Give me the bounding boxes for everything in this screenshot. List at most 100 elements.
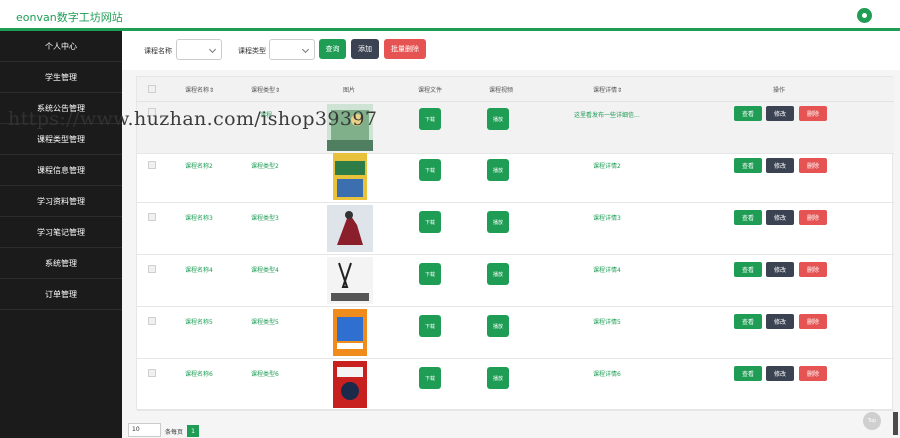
delete-button[interactable]: 删除 xyxy=(799,366,827,381)
course-cover-image xyxy=(333,153,367,200)
view-button[interactable]: 查看 xyxy=(734,262,762,277)
sidebar-item-orders[interactable]: 订单管理 xyxy=(0,279,122,310)
download-button[interactable]: 下载 xyxy=(419,263,441,285)
play-button[interactable]: 播放 xyxy=(487,159,509,181)
select-all-checkbox[interactable] xyxy=(148,85,156,93)
edit-button[interactable]: 修改 xyxy=(766,262,794,277)
main-content: 课程名称 课程类型 查询 添加 批量删除 课程名称⇕ 课程类型⇕ 图片 课程文件… xyxy=(122,34,900,438)
course-name: 课程名称6 xyxy=(185,371,213,378)
table-row: 课程名称6 课程类型6 下载 播放 课程详情6 查看 修改 删除 xyxy=(137,359,894,411)
row-checkbox[interactable] xyxy=(148,213,156,221)
add-button[interactable]: 添加 xyxy=(351,39,379,59)
delete-button[interactable]: 删除 xyxy=(799,210,827,225)
course-cover-image xyxy=(327,205,373,252)
play-button[interactable]: 播放 xyxy=(487,211,509,233)
course-detail: 课程详情5 xyxy=(593,319,621,326)
course-cover-image xyxy=(333,309,367,356)
header-course-file: 课程文件 xyxy=(418,87,443,94)
course-name-select[interactable] xyxy=(176,39,222,60)
play-button[interactable]: 播放 xyxy=(487,315,509,337)
header-course-name[interactable]: 课程名称⇕ xyxy=(185,85,214,94)
app-title: eonvan数字工坊网站 xyxy=(16,11,123,24)
table-row: 课程名称2 课程类型2 下载 播放 课程详情2 查看 修改 删除 xyxy=(137,151,894,203)
delete-button[interactable]: 删除 xyxy=(799,106,827,121)
course-detail: 课程详情2 xyxy=(593,163,621,170)
play-button[interactable]: 播放 xyxy=(487,108,509,130)
edit-button[interactable]: 修改 xyxy=(766,314,794,329)
top-bar: eonvan数字工坊网站 xyxy=(0,0,900,31)
course-detail: 课程详情4 xyxy=(593,267,621,274)
search-bar: 课程名称 课程类型 查询 添加 批量删除 xyxy=(122,34,900,70)
download-button[interactable]: 下载 xyxy=(419,315,441,337)
course-type: 课程类型5 xyxy=(251,319,279,326)
table-header: 课程名称⇕ 课程类型⇕ 图片 课程文件 课程视频 课程详情⇕ 操作 xyxy=(137,77,894,102)
sidebar-item-system[interactable]: 系统管理 xyxy=(0,248,122,279)
header-course-video: 课程视频 xyxy=(489,87,514,94)
download-button[interactable]: 下载 xyxy=(419,367,441,389)
course-type: 课程类型3 xyxy=(251,215,279,222)
sidebar-item-announcements[interactable]: 系统公告管理 xyxy=(0,93,122,124)
course-type: 课程类型6 xyxy=(251,371,279,378)
table-row: 课程名称4 课程类型4 下载 播放 课程详情4 查看 修改 删除 xyxy=(137,255,894,307)
view-button[interactable]: 查看 xyxy=(734,366,762,381)
delete-button[interactable]: 删除 xyxy=(799,262,827,277)
row-checkbox[interactable] xyxy=(148,265,156,273)
course-cover-image xyxy=(333,361,367,408)
back-to-top-button[interactable]: Top xyxy=(863,412,881,430)
view-button[interactable]: 查看 xyxy=(734,106,762,121)
row-checkbox[interactable] xyxy=(148,161,156,169)
pagination: 10 条每页 1 xyxy=(122,419,900,438)
sidebar-item-course-types[interactable]: 课程类型管理 xyxy=(0,124,122,155)
delete-button[interactable]: 删除 xyxy=(799,314,827,329)
edit-button[interactable]: 修改 xyxy=(766,158,794,173)
table-row: 课程名称3 课程类型3 下载 播放 课程详情3 查看 修改 删除 xyxy=(137,203,894,255)
per-page-label: 条每页 xyxy=(165,429,184,436)
course-type-select[interactable] xyxy=(269,39,315,60)
course-name: 课程名称2 xyxy=(185,163,213,170)
user-avatar-icon[interactable] xyxy=(857,8,872,23)
delete-button[interactable]: 删除 xyxy=(799,158,827,173)
sidebar-item-notes[interactable]: 学习笔记管理 xyxy=(0,217,122,248)
row-checkbox[interactable] xyxy=(148,369,156,377)
sidebar-item-students[interactable]: 学生管理 xyxy=(0,62,122,93)
scrollbar[interactable] xyxy=(893,412,898,435)
sidebar-item-personal-center[interactable]: 个人中心 xyxy=(0,31,122,62)
course-detail: 课程详情3 xyxy=(593,215,621,222)
course-type: 课程类型2 xyxy=(251,163,279,170)
course-detail: 这里看发布一些详细信... xyxy=(574,112,640,119)
page-size-select[interactable]: 10 xyxy=(128,423,161,437)
edit-button[interactable]: 修改 xyxy=(766,106,794,121)
page-number-button[interactable]: 1 xyxy=(187,425,199,437)
table-row: 课程 下载 播放 这里看发布一些详细信... 查看 修改 删除 xyxy=(137,102,894,154)
row-checkbox[interactable] xyxy=(148,108,156,116)
course-type: 课程 xyxy=(260,112,273,119)
play-button[interactable]: 播放 xyxy=(487,263,509,285)
query-button[interactable]: 查询 xyxy=(319,39,346,59)
sidebar-item-course-info[interactable]: 课程信息管理 xyxy=(0,155,122,186)
course-name: 课程名称4 xyxy=(185,267,213,274)
view-button[interactable]: 查看 xyxy=(734,158,762,173)
course-name: 课程名称5 xyxy=(185,319,213,326)
course-detail: 课程详情6 xyxy=(593,371,621,378)
batch-delete-button[interactable]: 批量删除 xyxy=(384,39,426,59)
course-name: 课程名称3 xyxy=(185,215,213,222)
view-button[interactable]: 查看 xyxy=(734,314,762,329)
course-cover-image xyxy=(327,257,373,304)
table-row: 课程名称5 课程类型5 下载 播放 课程详情5 查看 修改 删除 xyxy=(137,307,894,359)
download-button[interactable]: 下载 xyxy=(419,211,441,233)
course-type: 课程类型4 xyxy=(251,267,279,274)
course-cover-image xyxy=(327,104,373,151)
course-type-label: 课程类型 xyxy=(238,47,266,55)
sidebar: 个人中心 学生管理 系统公告管理 课程类型管理 课程信息管理 学习资料管理 学习… xyxy=(0,31,122,438)
play-button[interactable]: 播放 xyxy=(487,367,509,389)
view-button[interactable]: 查看 xyxy=(734,210,762,225)
header-course-type[interactable]: 课程类型⇕ xyxy=(251,85,280,94)
course-table: 课程名称⇕ 课程类型⇕ 图片 课程文件 课程视频 课程详情⇕ 操作 课程 下载 … xyxy=(136,76,894,411)
download-button[interactable]: 下载 xyxy=(419,159,441,181)
sidebar-item-materials[interactable]: 学习资料管理 xyxy=(0,186,122,217)
download-button[interactable]: 下载 xyxy=(419,108,441,130)
edit-button[interactable]: 修改 xyxy=(766,210,794,225)
header-course-detail[interactable]: 课程详情⇕ xyxy=(593,85,622,94)
edit-button[interactable]: 修改 xyxy=(766,366,794,381)
row-checkbox[interactable] xyxy=(148,317,156,325)
